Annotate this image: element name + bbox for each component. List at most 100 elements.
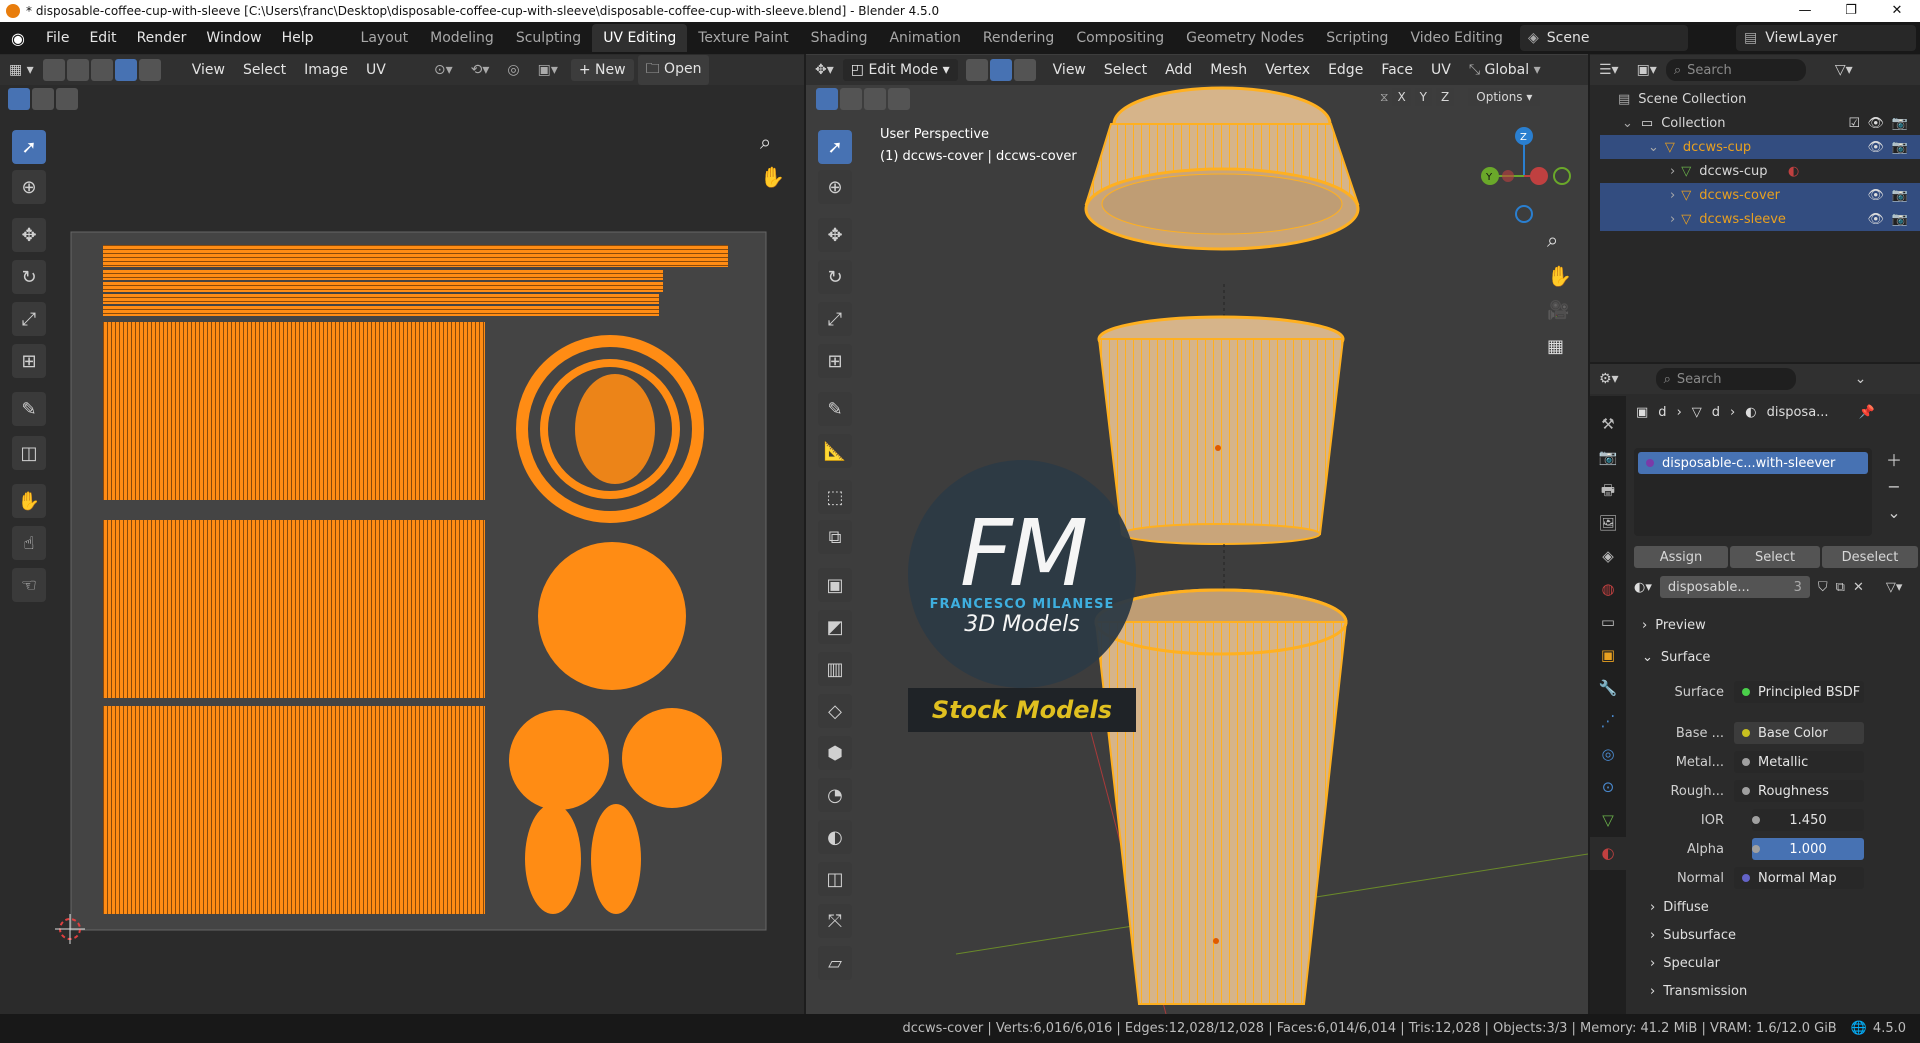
scene-selector[interactable]: ◈ Scene — [1520, 25, 1688, 51]
outliner-search-input[interactable]: ⌕ Search — [1665, 59, 1806, 81]
material-slot-item[interactable]: disposable-c...with-sleever — [1638, 452, 1868, 474]
outliner-scene-collection[interactable]: ▤ Scene Collection — [1600, 87, 1920, 111]
normal-field[interactable]: Normal Map — [1734, 867, 1864, 889]
uv-layout[interactable] — [0, 54, 804, 1014]
slot-menu-button[interactable]: ⌄ — [1886, 500, 1902, 526]
properties-options-icon[interactable]: ⌄ — [1846, 371, 1876, 387]
material-tab-icon[interactable]: ◐ — [1590, 837, 1626, 870]
assign-button[interactable]: Assign — [1634, 546, 1728, 568]
cover-mesh[interactable] — [1084, 86, 1360, 251]
properties-editor-type-icon[interactable]: ⚙▾ — [1590, 371, 1628, 387]
menu-help[interactable]: Help — [272, 30, 324, 46]
ior-field[interactable]: 1.450 — [1752, 809, 1864, 831]
duplicate-icon[interactable]: ⧉ — [1836, 580, 1845, 595]
expand-icon[interactable]: › — [1670, 212, 1675, 227]
data-tab-icon[interactable]: ▽ — [1590, 804, 1626, 837]
render-icon[interactable]: 📷 — [1892, 212, 1908, 227]
output-tab-icon[interactable]: 🖶 — [1590, 474, 1626, 507]
visibility-icon[interactable]: 👁 — [1867, 212, 1884, 227]
perspective-toggle-icon[interactable]: ▦ — [1547, 336, 1564, 357]
tab-scripting[interactable]: Scripting — [1315, 24, 1399, 52]
tab-shading[interactable]: Shading — [800, 24, 879, 52]
physics-tab-icon[interactable]: ◎ — [1590, 738, 1626, 771]
close-button[interactable]: ✕ — [1874, 0, 1920, 22]
maximize-button[interactable]: ❐ — [1828, 0, 1874, 22]
render-icon[interactable]: 📷 — [1892, 188, 1908, 203]
specular-panel-header[interactable]: › Specular — [1642, 951, 1720, 975]
tab-sculpting[interactable]: Sculpting — [505, 24, 592, 52]
roughness-field[interactable]: Roughness — [1734, 780, 1864, 802]
particles-tab-icon[interactable]: ⋰ — [1590, 705, 1626, 738]
tab-uv-editing[interactable]: UV Editing — [592, 24, 688, 52]
node-filter-icon[interactable]: ▽▾ — [1886, 580, 1903, 595]
deselect-button[interactable]: Deselect — [1822, 546, 1918, 568]
fake-user-icon[interactable]: ⛉ — [1818, 580, 1828, 595]
outliner-item-dccws-cup-mesh[interactable]: › ▽ dccws-cup ◐ — [1600, 159, 1920, 183]
outliner-item-dccws-cover[interactable]: › ▽ dccws-cover 👁 📷 — [1600, 183, 1920, 207]
base-color-field[interactable]: Base Color — [1734, 722, 1864, 744]
outliner-collection[interactable]: ⌄ ▭ Collection ☑ 👁 📷 — [1600, 111, 1920, 135]
menu-edit[interactable]: Edit — [79, 30, 126, 46]
tool-tab-icon[interactable]: ⚒ — [1590, 408, 1626, 441]
viewport-pan-icon[interactable]: ✋ — [1547, 264, 1572, 288]
view-layer-tab-icon[interactable]: 🖼 — [1590, 507, 1626, 540]
tab-rendering[interactable]: Rendering — [972, 24, 1066, 52]
surface-panel-header[interactable]: ⌄ Surface — [1642, 645, 1710, 669]
collection-render-icon[interactable]: 📷 — [1892, 116, 1908, 131]
tab-animation[interactable]: Animation — [878, 24, 971, 52]
tab-texture-paint[interactable]: Texture Paint — [687, 24, 799, 52]
alpha-field[interactable]: 1.000 — [1752, 838, 1864, 860]
collection-expand-icon[interactable]: ⌄ — [1622, 116, 1633, 131]
subsurface-panel-header[interactable]: › Subsurface — [1642, 923, 1736, 947]
cup-mesh[interactable] — [1094, 588, 1348, 1005]
render-icon[interactable]: 📷 — [1892, 140, 1908, 155]
outliner-item-dccws-sleeve[interactable]: › ▽ dccws-sleeve 👁 📷 — [1600, 207, 1920, 231]
outliner-editor-type-icon[interactable]: ☰▾ — [1590, 62, 1628, 78]
tab-compositing[interactable]: Compositing — [1065, 24, 1175, 52]
expand-icon[interactable]: › — [1670, 164, 1675, 179]
collection-visibility-icon[interactable]: 👁 — [1867, 116, 1884, 131]
unlink-icon[interactable]: ✕ — [1853, 580, 1864, 595]
tab-layout[interactable]: Layout — [350, 24, 420, 52]
visibility-icon[interactable]: 👁 — [1867, 140, 1884, 155]
camera-view-icon[interactable]: 🎥 — [1547, 300, 1569, 321]
select-button[interactable]: Select — [1730, 546, 1820, 568]
scene-tab-icon[interactable]: ◈ — [1590, 540, 1626, 573]
visibility-icon[interactable]: 👁 — [1867, 188, 1884, 203]
world-tab-icon[interactable]: ◍ — [1590, 573, 1626, 606]
object-tab-icon[interactable]: ▣ — [1590, 639, 1626, 672]
outliner-item-dccws-cup[interactable]: ⌄ ▽ dccws-cup 👁 📷 — [1600, 135, 1920, 159]
minimize-button[interactable]: — — [1782, 0, 1828, 22]
render-tab-icon[interactable]: 📷 — [1590, 441, 1626, 474]
filter-icon[interactable]: ▽▾ — [1826, 62, 1862, 78]
viewport-zoom-icon[interactable]: ⌕ — [1547, 228, 1558, 252]
remove-slot-button[interactable]: − — [1886, 474, 1902, 500]
diffuse-panel-header[interactable]: › Diffuse — [1642, 895, 1709, 919]
collection-tab-icon[interactable]: ▭ — [1590, 606, 1626, 639]
viewlayer-selector[interactable]: ▤ ViewLayer — [1736, 25, 1916, 51]
properties-search-input[interactable]: ⌕ Search — [1655, 368, 1796, 390]
expand-icon[interactable]: › — [1670, 188, 1675, 203]
constraints-tab-icon[interactable]: ⊙ — [1590, 771, 1626, 804]
pin-icon[interactable]: 📌 — [1859, 405, 1875, 420]
modifier-tab-icon[interactable]: 🔧 — [1590, 672, 1626, 705]
metallic-field[interactable]: Metallic — [1734, 751, 1864, 773]
sleeve-mesh[interactable] — [1097, 315, 1345, 545]
transmission-panel-header[interactable]: › Transmission — [1642, 979, 1747, 1003]
material-browse-icon[interactable]: ◐▾ — [1634, 580, 1652, 595]
material-name-field[interactable]: disposable... 3 — [1659, 576, 1810, 598]
menu-window[interactable]: Window — [196, 30, 271, 46]
tab-modeling[interactable]: Modeling — [419, 24, 505, 52]
menu-render[interactable]: Render — [127, 30, 197, 46]
blender-menu-icon[interactable]: ◉ — [0, 29, 36, 48]
expand-icon[interactable]: ⌄ — [1648, 140, 1659, 155]
preview-panel-header[interactable]: › Preview — [1642, 613, 1706, 637]
tab-geometry-nodes[interactable]: Geometry Nodes — [1175, 24, 1315, 52]
add-slot-button[interactable]: ＋ — [1886, 448, 1902, 474]
surface-shader-field[interactable]: Principled BSDF — [1734, 681, 1864, 703]
tab-video-editing[interactable]: Video Editing — [1399, 24, 1513, 52]
menu-file[interactable]: File — [36, 30, 79, 46]
display-mode-icon[interactable]: ▣▾ — [1628, 62, 1666, 78]
navigation-gizmo[interactable]: Z Y — [1481, 127, 1571, 223]
collection-checkbox[interactable]: ☑ — [1848, 116, 1860, 131]
